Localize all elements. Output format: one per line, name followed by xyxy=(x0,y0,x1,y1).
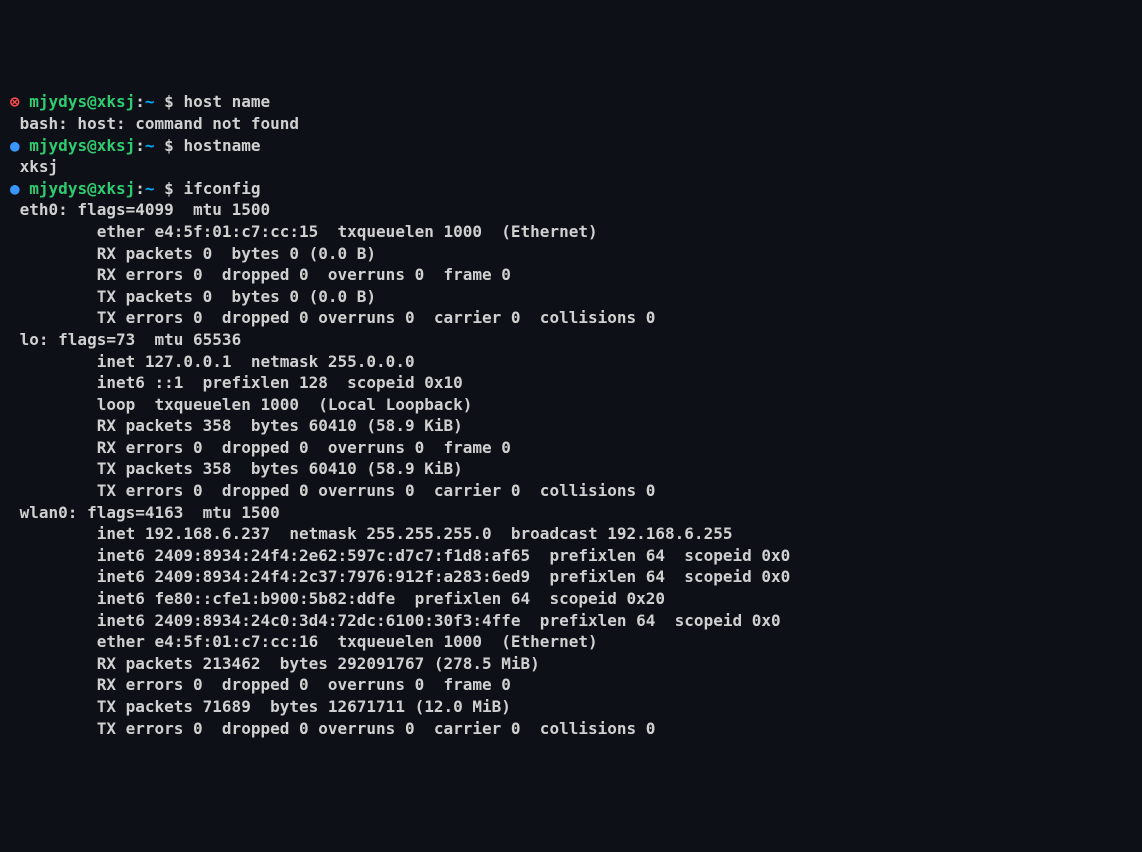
command-line: ● mjydys@xksj:~ $ ifconfig xyxy=(10,178,1132,200)
output-line: TX errors 0 dropped 0 overruns 0 carrier… xyxy=(10,718,1132,740)
output-line: inet 192.168.6.237 netmask 255.255.255.0… xyxy=(10,523,1132,545)
prompt-user: mjydys xyxy=(29,179,87,198)
output-line: inet6 2409:8934:24f4:2c37:7976:912f:a283… xyxy=(10,566,1132,588)
command-line: ● mjydys@xksj:~ $ hostname xyxy=(10,135,1132,157)
output-line: RX errors 0 dropped 0 overruns 0 frame 0 xyxy=(10,264,1132,286)
output-line: TX packets 358 bytes 60410 (58.9 KiB) xyxy=(10,458,1132,480)
prompt-host: xksj xyxy=(97,136,136,155)
output-line: RX errors 0 dropped 0 overruns 0 frame 0 xyxy=(10,674,1132,696)
prompt-symbol: $ xyxy=(164,92,174,111)
output-line: TX errors 0 dropped 0 overruns 0 carrier… xyxy=(10,480,1132,502)
output-line: TX packets 71689 bytes 12671711 (12.0 Mi… xyxy=(10,696,1132,718)
prompt-path: ~ xyxy=(145,179,155,198)
output-line: wlan0: flags=4163 mtu 1500 xyxy=(10,502,1132,524)
output-line: inet6 2409:8934:24c0:3d4:72dc:6100:30f3:… xyxy=(10,610,1132,632)
terminal-output[interactable]: ⊗ mjydys@xksj:~ $ host name bash: host: … xyxy=(10,91,1132,739)
status-fail-icon: ⊗ xyxy=(10,92,20,111)
output-line: TX errors 0 dropped 0 overruns 0 carrier… xyxy=(10,307,1132,329)
prompt-user: mjydys xyxy=(29,92,87,111)
output-line: RX packets 358 bytes 60410 (58.9 KiB) xyxy=(10,415,1132,437)
command-line: ⊗ mjydys@xksj:~ $ host name xyxy=(10,91,1132,113)
prompt-host: xksj xyxy=(97,92,136,111)
output-line: RX errors 0 dropped 0 overruns 0 frame 0 xyxy=(10,437,1132,459)
output-line: lo: flags=73 mtu 65536 xyxy=(10,329,1132,351)
prompt-symbol: $ xyxy=(164,136,174,155)
status-ok-icon: ● xyxy=(10,179,20,198)
command-text: hostname xyxy=(183,136,260,155)
output-line: ether e4:5f:01:c7:cc:15 txqueuelen 1000 … xyxy=(10,221,1132,243)
output-line: inet6 fe80::cfe1:b900:5b82:ddfe prefixle… xyxy=(10,588,1132,610)
output-line: RX packets 213462 bytes 292091767 (278.5… xyxy=(10,653,1132,675)
status-ok-icon: ● xyxy=(10,136,20,155)
output-line: inet6 ::1 prefixlen 128 scopeid 0x10 xyxy=(10,372,1132,394)
prompt-host: xksj xyxy=(97,179,136,198)
prompt-user: mjydys xyxy=(29,136,87,155)
output-line: xksj xyxy=(10,156,1132,178)
output-line: ether e4:5f:01:c7:cc:16 txqueuelen 1000 … xyxy=(10,631,1132,653)
output-line: bash: host: command not found xyxy=(10,113,1132,135)
prompt-path: ~ xyxy=(145,136,155,155)
prompt-symbol: $ xyxy=(164,179,174,198)
output-line: RX packets 0 bytes 0 (0.0 B) xyxy=(10,243,1132,265)
command-text: ifconfig xyxy=(183,179,260,198)
prompt-path: ~ xyxy=(145,92,155,111)
output-line: loop txqueuelen 1000 (Local Loopback) xyxy=(10,394,1132,416)
command-text: host name xyxy=(183,92,270,111)
output-line: inet 127.0.0.1 netmask 255.0.0.0 xyxy=(10,351,1132,373)
output-line: inet6 2409:8934:24f4:2e62:597c:d7c7:f1d8… xyxy=(10,545,1132,567)
output-line: TX packets 0 bytes 0 (0.0 B) xyxy=(10,286,1132,308)
output-line: eth0: flags=4099 mtu 1500 xyxy=(10,199,1132,221)
